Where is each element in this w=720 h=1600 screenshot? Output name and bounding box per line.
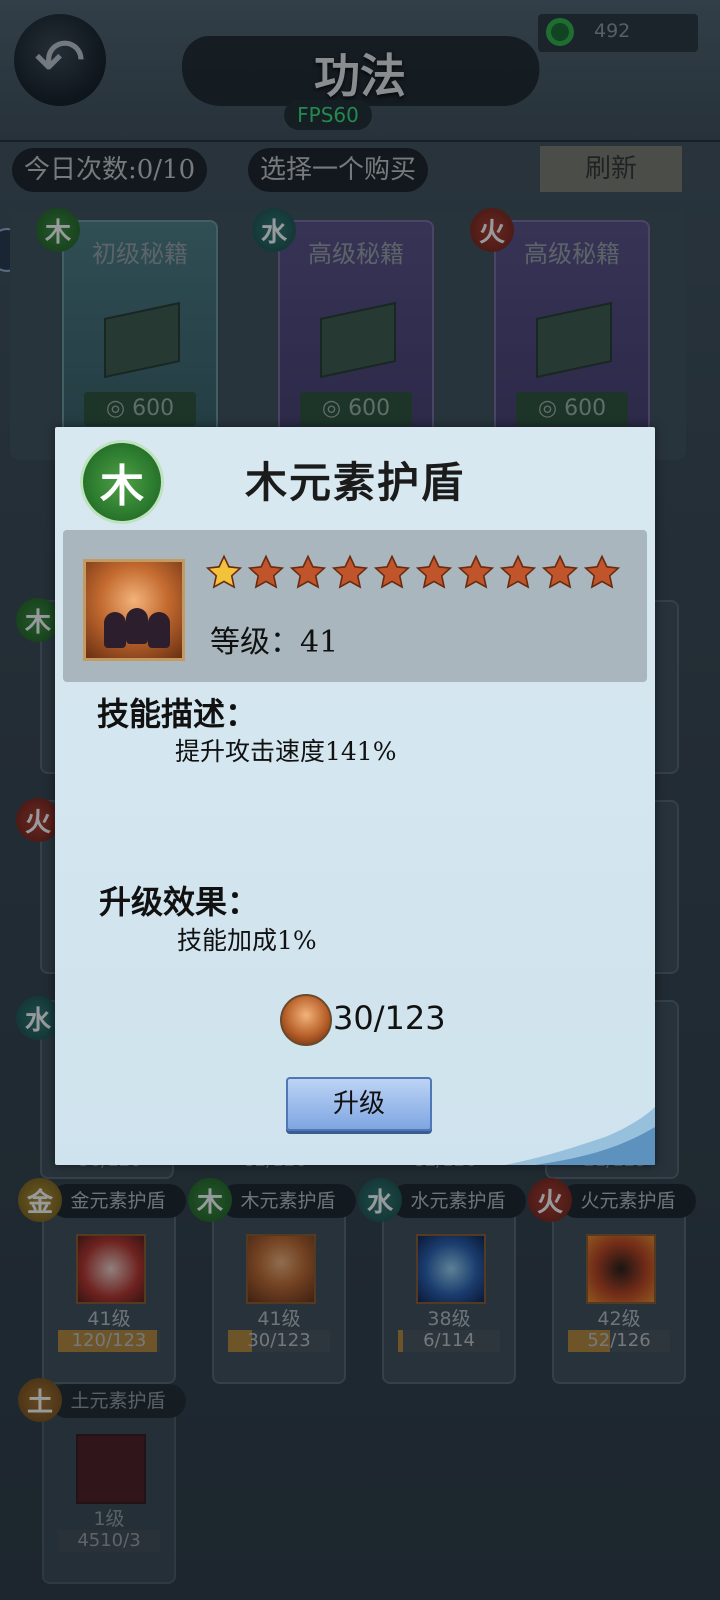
- star-empty-icon: [415, 554, 453, 589]
- skill-level-label: 等级：41: [210, 625, 339, 660]
- description-heading: 技能描述：: [97, 695, 258, 733]
- skill-fragment-icon: [280, 994, 332, 1046]
- description-text: 提升攻击速度141%: [175, 737, 397, 766]
- star-empty-icon: [331, 554, 369, 589]
- upgrade-cost: 30/123: [333, 999, 446, 1037]
- wood-shield-skill-icon: [83, 559, 185, 661]
- upgrade-effect-text: 技能加成1%: [177, 926, 317, 955]
- star-empty-icon: [373, 554, 411, 589]
- dialog-title: 木元素护盾: [244, 458, 465, 507]
- skill-detail-dialog: 木 木元素护盾 等级：41 技能描述： 提升攻击速度141% 升级效果： 技能加…: [55, 427, 655, 1165]
- star-empty-icon: [247, 554, 285, 589]
- star-empty-icon: [289, 554, 327, 589]
- upgrade-button[interactable]: 升级: [286, 1077, 432, 1131]
- upgrade-effect-heading: 升级效果：: [99, 883, 260, 921]
- star-empty-icon: [457, 554, 495, 589]
- star-filled-icon: [205, 554, 243, 589]
- star-empty-icon: [583, 554, 621, 589]
- star-empty-icon: [499, 554, 537, 589]
- star-empty-icon: [541, 554, 579, 589]
- wave-decoration: [505, 1107, 655, 1165]
